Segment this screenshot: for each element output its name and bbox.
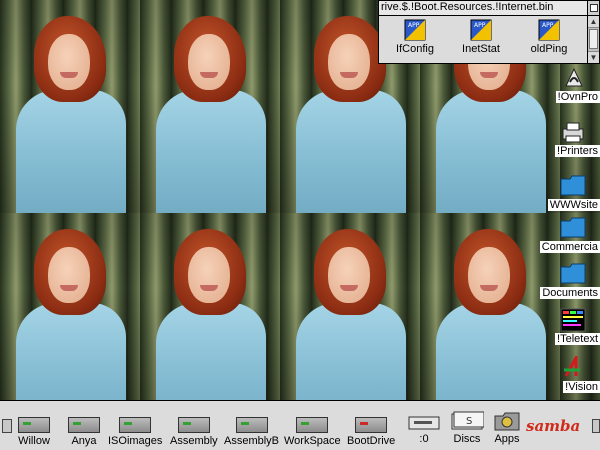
svg-text:APP: APP — [474, 22, 486, 29]
pinboard-teletext[interactable]: !Teletext — [536, 308, 600, 348]
iconbar-drive-assembly[interactable]: Assembly — [170, 407, 218, 447]
iconbar-drive-anya[interactable]: Anya — [68, 407, 100, 447]
svg-text:APP: APP — [542, 22, 554, 29]
iconbar-label: AssemblyB — [224, 435, 280, 447]
iconbar-scroll-left[interactable] — [2, 419, 12, 433]
backdrop-tile — [140, 213, 280, 400]
iconbar-floppy[interactable]: :0 — [408, 407, 440, 445]
iconbar-label: Assembly — [170, 435, 218, 447]
vision-icon — [564, 356, 580, 377]
iconbar-scroll-right[interactable] — [592, 419, 600, 433]
ovation-pro-icon — [565, 67, 583, 87]
hard-drive-icon — [177, 417, 210, 433]
backdrop-tile — [140, 0, 280, 213]
floppy-drive-icon — [408, 416, 440, 430]
portrait-image — [154, 225, 274, 400]
backdrop-tile — [280, 213, 420, 400]
apps-icon — [494, 412, 520, 431]
filer-item-label: InetStat — [462, 43, 500, 55]
filer-window[interactable]: rive.$.!Boot.Resources.!Internet.bin APP… — [378, 0, 600, 64]
app-icon: APP — [470, 19, 492, 41]
iconbar-label: Anya — [71, 435, 97, 447]
hard-drive-icon — [119, 417, 152, 433]
backdrop-tile — [0, 0, 140, 213]
app-icon: APP — [538, 19, 560, 41]
pinboard-vision[interactable]: !Vision — [536, 356, 600, 396]
hard-drive-icon — [296, 417, 329, 433]
printer-icon — [562, 122, 584, 143]
folder-icon — [560, 217, 586, 238]
pinboard-label: !Teletext — [555, 333, 600, 345]
filer-item-label: IfConfig — [396, 43, 434, 55]
pinboard-printers[interactable]: !Printers — [536, 120, 600, 160]
teletext-icon — [560, 308, 586, 332]
toggle-size-button[interactable] — [587, 1, 599, 15]
iconbar-label: Discs — [453, 433, 481, 445]
filer-item-oldping[interactable]: APP oldPing — [519, 19, 579, 55]
folder-icon — [560, 175, 586, 196]
portrait-image — [294, 225, 414, 400]
iconbar-drive-bootdrive[interactable]: BootDrive — [347, 407, 395, 447]
iconbar-discs[interactable]: S Discs — [450, 407, 484, 445]
pinboard-label: WWWsite — [547, 199, 600, 211]
hard-drive-icon — [18, 417, 50, 433]
samba-logo-icon: samba — [526, 417, 581, 435]
folder-icon — [560, 263, 586, 284]
iconbar-label: Willow — [18, 435, 50, 447]
hard-drive-icon — [68, 417, 100, 433]
pinboard-wwwsite[interactable]: WWWsite — [536, 174, 600, 214]
pinboard-documents[interactable]: Documents — [536, 262, 600, 302]
vertical-scrollbar[interactable]: ▲ ▼ — [587, 16, 599, 63]
discs-icon: S — [451, 411, 484, 430]
iconbar-apps[interactable]: Apps — [494, 407, 520, 445]
svg-text:APP: APP — [408, 22, 420, 29]
iconbar-label: ISOimages — [108, 435, 163, 447]
backdrop-tile — [0, 213, 140, 400]
filer-item-ifconfig[interactable]: APP IfConfig — [385, 19, 445, 55]
iconbar-label: BootDrive — [347, 435, 396, 447]
pinboard-commercia[interactable]: Commercia — [536, 216, 600, 256]
window-title: rive.$.!Boot.Resources.!Internet.bin — [381, 1, 554, 13]
iconbar-label: Apps — [494, 433, 520, 445]
filer-contents: APP IfConfig APP InetStat APP oldPing — [379, 16, 587, 63]
pinboard-label: !Vision — [563, 381, 600, 393]
iconbar-samba[interactable]: samba — [526, 417, 580, 435]
pinboard-label: Commercia — [539, 241, 600, 253]
icon-bar: Willow Anya ISOimages Assembly AssemblyB… — [0, 400, 600, 450]
hard-drive-icon — [235, 417, 268, 433]
iconbar-drive-workspace[interactable]: WorkSpace — [284, 407, 341, 447]
hard-drive-icon — [355, 417, 388, 433]
iconbar-drive-assemblyb[interactable]: AssemblyB — [224, 407, 279, 447]
window-title-bar[interactable]: rive.$.!Boot.Resources.!Internet.bin — [379, 1, 599, 16]
scroll-down-arrow-icon[interactable]: ▼ — [588, 51, 599, 63]
iconbar-drive-willow[interactable]: Willow — [18, 407, 50, 447]
filer-item-inetstat[interactable]: APP InetStat — [451, 19, 511, 55]
app-icon: APP — [404, 19, 426, 41]
portrait-image — [14, 12, 134, 213]
pinboard-ovnpro[interactable]: !OvnPro — [536, 66, 600, 106]
iconbar-label: WorkSpace — [284, 435, 341, 447]
pinboard-label: !Printers — [555, 145, 600, 157]
scroll-thumb[interactable] — [589, 29, 598, 49]
scroll-up-arrow-icon[interactable]: ▲ — [588, 16, 599, 28]
pinboard-label: Documents — [540, 287, 600, 299]
portrait-image — [14, 225, 134, 400]
portrait-image — [154, 12, 274, 213]
pinboard-label: !OvnPro — [555, 91, 600, 103]
filer-item-label: oldPing — [530, 43, 568, 55]
iconbar-label: :0 — [419, 433, 429, 445]
svg-text:S: S — [466, 416, 472, 427]
iconbar-drive-isoimages[interactable]: ISOimages — [108, 407, 162, 447]
